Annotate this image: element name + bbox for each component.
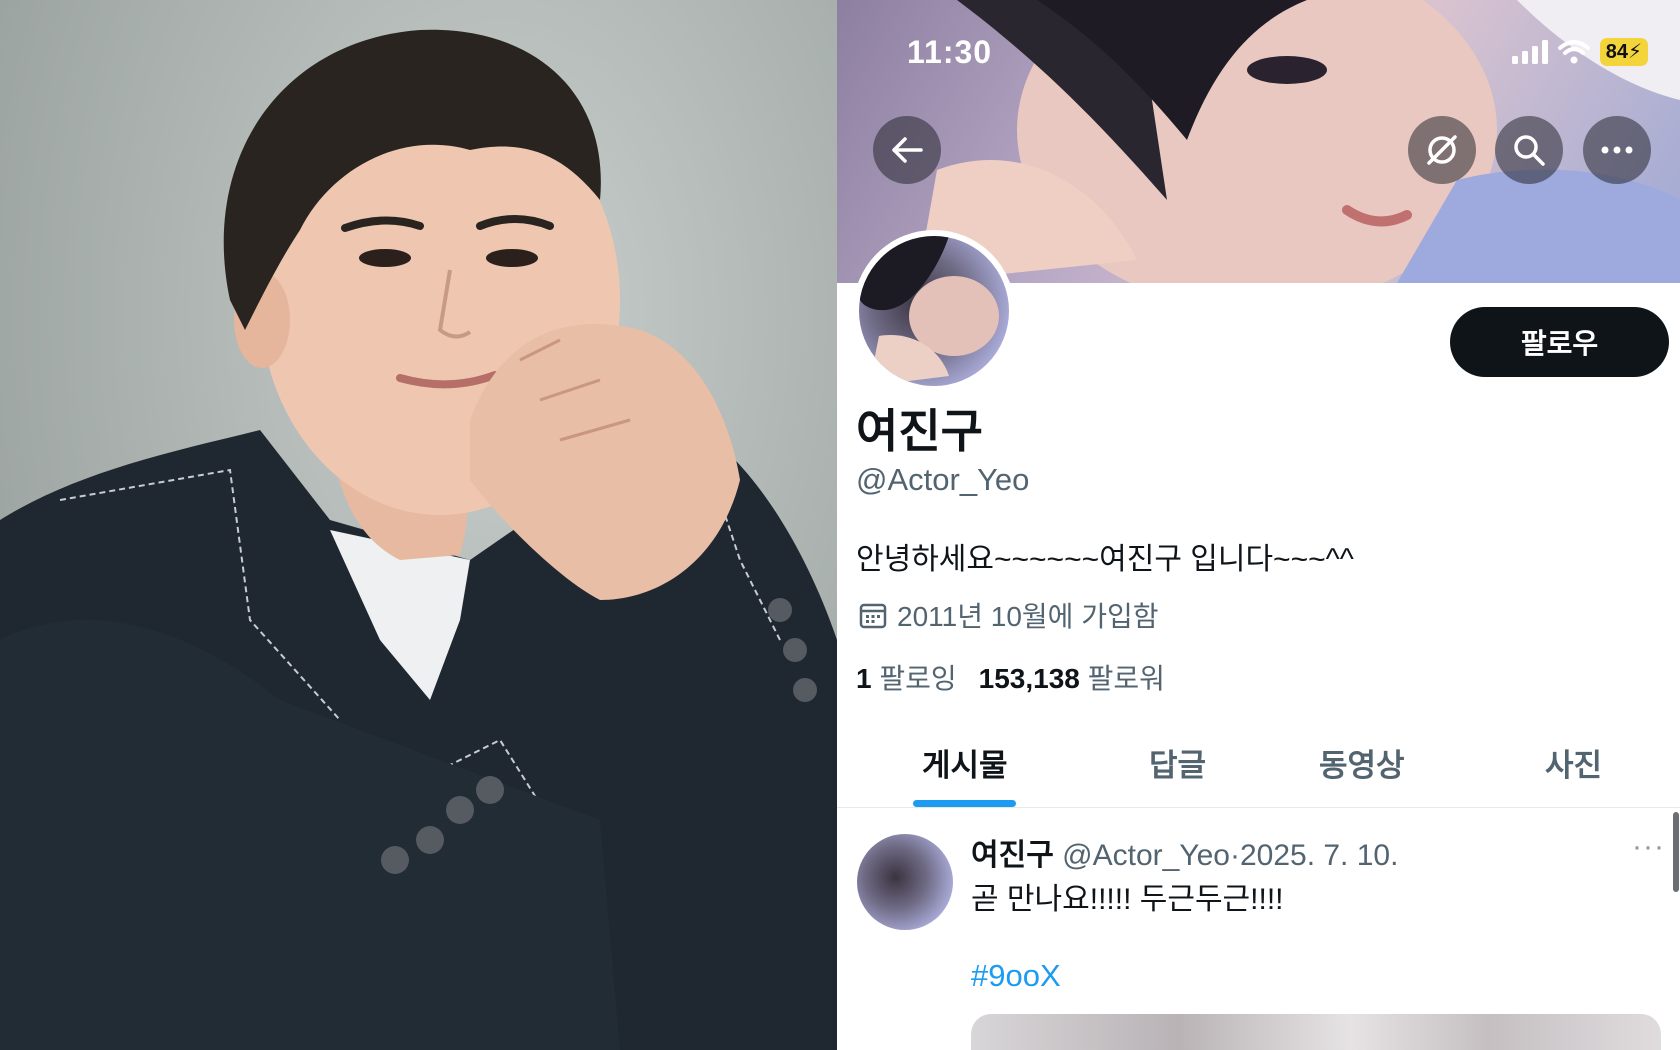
- screenshot-root: 11:30 84⚡ 팔로우 여진구 @Actor_Yeo 안녕하세요~~~~~~…: [0, 0, 1680, 1050]
- post-date[interactable]: 2025. 7. 10.: [1240, 839, 1398, 872]
- post-item[interactable]: 여진구 @Actor_Yeo·2025. 7. 10. ··· 곧 만나요!!!…: [837, 808, 1680, 1050]
- status-icons: 84⚡: [1511, 38, 1648, 66]
- scrollbar[interactable]: [1673, 812, 1679, 892]
- tab-posts[interactable]: 게시물: [922, 740, 1008, 785]
- grok-icon: [1427, 135, 1457, 165]
- search-button[interactable]: [1495, 116, 1563, 184]
- joined-date: 2011년 10월에 가입함: [897, 601, 1159, 632]
- wifi-icon: [1557, 40, 1590, 64]
- battery-level: 84: [1605, 41, 1628, 63]
- follow-button[interactable]: 팔로우: [1450, 307, 1669, 377]
- portrait-illustration: [0, 29, 837, 1050]
- tab-replies[interactable]: 답글: [1149, 740, 1206, 785]
- post-avatar[interactable]: [857, 834, 953, 930]
- following-stat[interactable]: 1 팔로잉: [856, 657, 957, 697]
- status-time: 11:30: [907, 34, 993, 70]
- post-author-name[interactable]: 여진구: [971, 839, 1054, 872]
- back-button[interactable]: [873, 116, 941, 184]
- profile-handle: @Actor_Yeo: [856, 462, 1030, 497]
- avatar-illustration: [859, 236, 999, 386]
- status-bar: 11:30 84⚡: [837, 28, 1680, 78]
- active-tab-indicator: [913, 800, 1016, 807]
- profile-bio: 안녕하세요~~~~~~여진구 입니다~~~^^: [856, 543, 1354, 576]
- search-icon: [1514, 135, 1545, 166]
- post-text: 곧 만나요!!!!! 두근두근!!!!: [971, 883, 1284, 916]
- followers-label: 팔로워: [1087, 663, 1165, 694]
- tab-photos[interactable]: 사진: [1545, 740, 1602, 785]
- portrait-photo: [0, 0, 837, 1050]
- followers-stat[interactable]: 153,138 팔로워: [979, 657, 1165, 697]
- arrow-left-icon: [892, 137, 923, 163]
- profile-stats: 1 팔로잉 153,138 팔로워: [856, 657, 1165, 697]
- following-count: 1: [856, 663, 872, 694]
- battery-charging-icon: 84⚡: [1599, 38, 1648, 66]
- signal-icon: [1511, 40, 1548, 64]
- post-more-button[interactable]: ···: [1632, 830, 1665, 864]
- charging-bolt-icon: ⚡: [1627, 41, 1642, 63]
- more-button[interactable]: [1583, 116, 1651, 184]
- post-header: 여진구 @Actor_Yeo·2025. 7. 10.: [971, 830, 1398, 874]
- phone-screen: 11:30 84⚡ 팔로우 여진구 @Actor_Yeo 안녕하세요~~~~~~…: [837, 0, 1680, 1050]
- profile-tabs: 게시물 답글 동영상 사진: [837, 730, 1680, 808]
- tab-videos[interactable]: 동영상: [1319, 740, 1405, 785]
- profile-avatar[interactable]: [853, 230, 1015, 392]
- post-hashtag[interactable]: #9ooX: [971, 958, 1061, 994]
- following-label: 팔로잉: [879, 663, 957, 694]
- profile-joined: 2011년 10월에 가입함: [859, 595, 1158, 635]
- post-separator: ·: [1229, 839, 1240, 872]
- post-author-handle[interactable]: @Actor_Yeo: [1062, 839, 1230, 872]
- profile-name: 여진구: [856, 405, 983, 457]
- grok-button[interactable]: [1408, 116, 1476, 184]
- followers-count: 153,138: [978, 663, 1080, 694]
- calendar-icon: [859, 603, 887, 629]
- post-media-image[interactable]: [971, 1014, 1661, 1050]
- more-horizontal-icon: [1601, 146, 1633, 154]
